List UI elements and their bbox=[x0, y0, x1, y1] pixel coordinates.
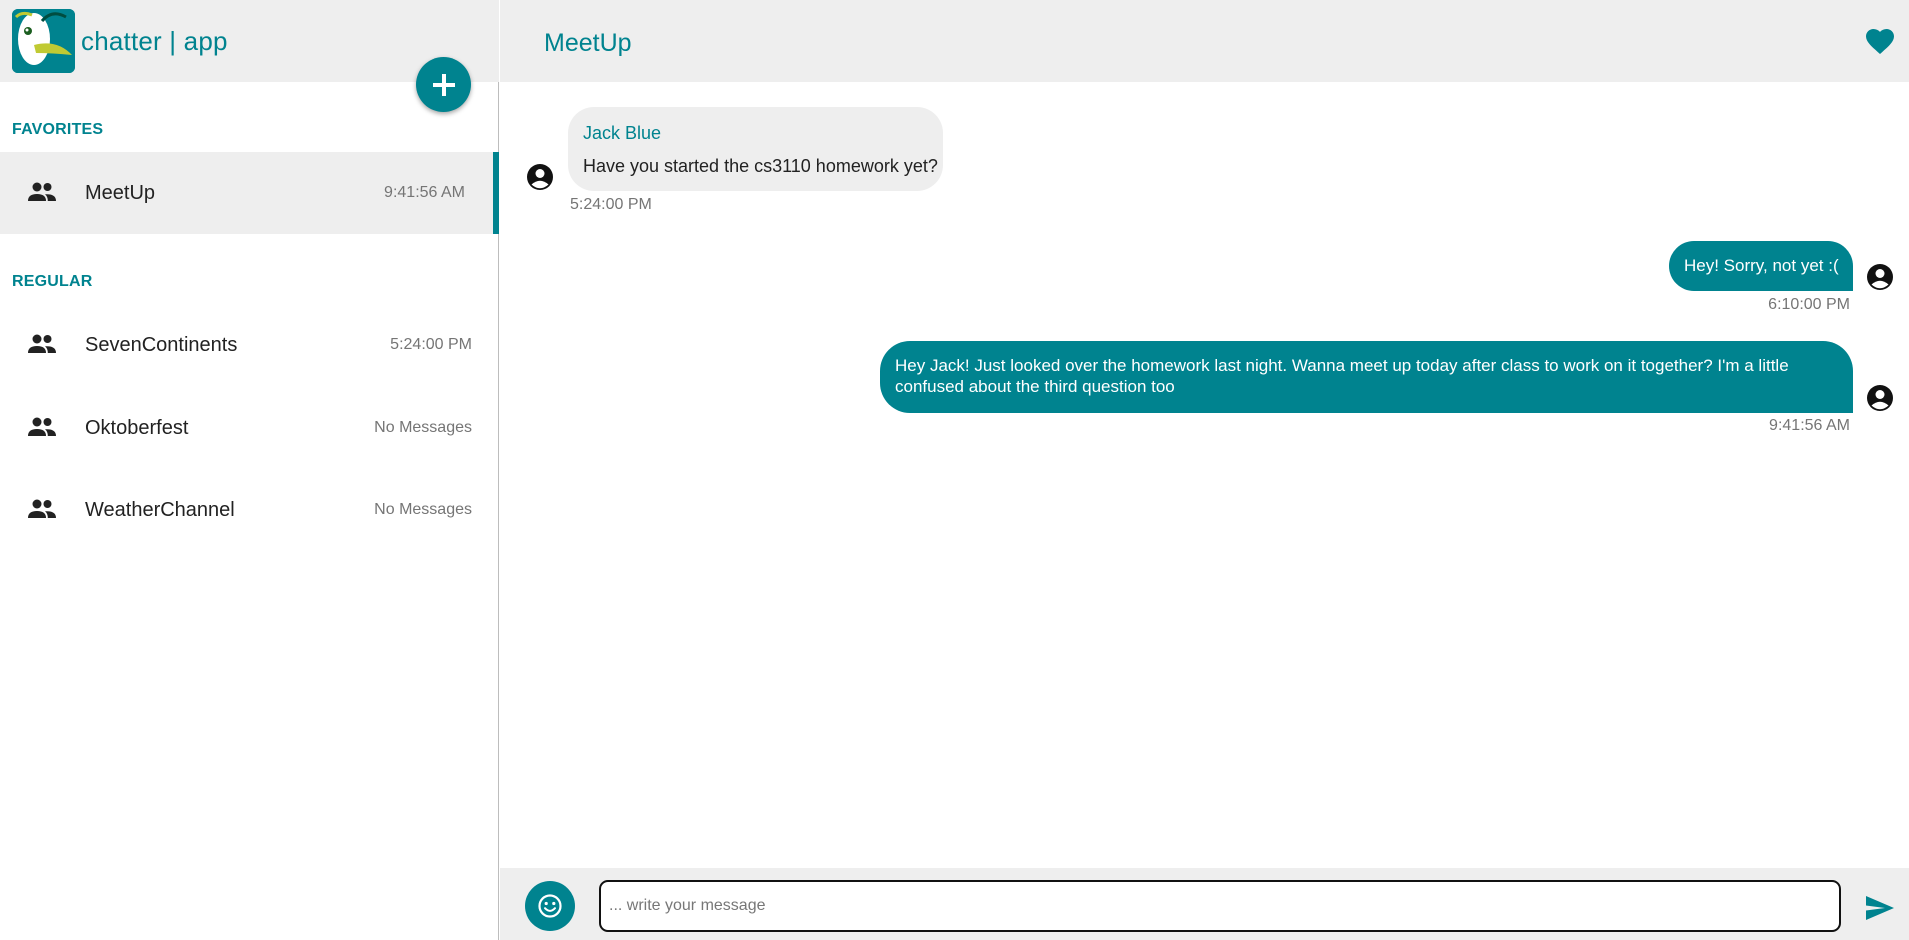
message-timestamp: 6:10:00 PM bbox=[1768, 296, 1850, 313]
group-icon bbox=[28, 334, 56, 353]
avatar-icon bbox=[527, 164, 553, 190]
sidebar-item-label: WeatherChannel bbox=[85, 499, 235, 521]
message-input[interactable] bbox=[599, 880, 1841, 932]
message-text: Have you started the cs3110 homework yet… bbox=[583, 156, 938, 176]
message-timestamp: 5:24:00 PM bbox=[570, 196, 652, 213]
avatar-icon bbox=[1867, 264, 1893, 290]
sidebar: chatter | app FAVORITES MeetUp 9:41:56 A… bbox=[0, 0, 499, 940]
regular-section-label: REGULAR bbox=[12, 273, 93, 290]
message-bubble-outgoing: Hey! Sorry, not yet :( bbox=[1669, 241, 1853, 291]
avatar-icon bbox=[1867, 385, 1893, 411]
smiley-icon bbox=[538, 894, 562, 918]
sidebar-item-label: MeetUp bbox=[85, 182, 156, 204]
sidebar-item-meetup[interactable]: MeetUp 9:41:56 AM bbox=[0, 152, 499, 234]
sidebar-item-weatherchannel[interactable]: WeatherChannel No Messages bbox=[0, 469, 499, 551]
message-timestamp: 9:41:56 AM bbox=[1769, 417, 1850, 434]
sidebar-item-time: 5:24:00 PM bbox=[390, 336, 472, 353]
sidebar-item-time: 9:41:56 AM bbox=[384, 184, 465, 201]
sidebar-item-sevencontinents[interactable]: SevenContinents 5:24:00 PM bbox=[0, 304, 499, 386]
group-icon bbox=[28, 417, 56, 436]
sidebar-item-label: Oktoberfest bbox=[85, 417, 189, 439]
chat-title: MeetUp bbox=[544, 29, 632, 57]
group-icon bbox=[28, 182, 56, 201]
active-indicator bbox=[493, 152, 499, 234]
sidebar-item-time: No Messages bbox=[374, 419, 472, 436]
plus-icon bbox=[432, 73, 455, 96]
app-title: chatter | app bbox=[81, 26, 228, 56]
send-icon[interactable] bbox=[1865, 895, 1895, 921]
sidebar-item-label: SevenContinents bbox=[85, 334, 238, 356]
favorites-section-label: FAVORITES bbox=[12, 121, 104, 138]
group-icon bbox=[28, 499, 56, 518]
chat-panel: MeetUp Jack Blue Have you started the cs… bbox=[500, 0, 1909, 940]
chat-header: MeetUp bbox=[500, 0, 1909, 82]
app-logo bbox=[12, 9, 75, 73]
message-bubble-outgoing: Hey Jack! Just looked over the homework … bbox=[880, 341, 1853, 413]
message-composer bbox=[500, 868, 1909, 940]
sidebar-item-oktoberfest[interactable]: Oktoberfest No Messages bbox=[0, 387, 499, 469]
sidebar-item-time: No Messages bbox=[374, 501, 472, 518]
heart-icon[interactable] bbox=[1866, 29, 1894, 55]
message-bubble-incoming: Jack Blue Have you started the cs3110 ho… bbox=[568, 107, 943, 191]
add-chat-button[interactable] bbox=[416, 57, 471, 112]
emoji-button[interactable] bbox=[525, 881, 575, 931]
message-sender: Jack Blue bbox=[583, 123, 662, 143]
